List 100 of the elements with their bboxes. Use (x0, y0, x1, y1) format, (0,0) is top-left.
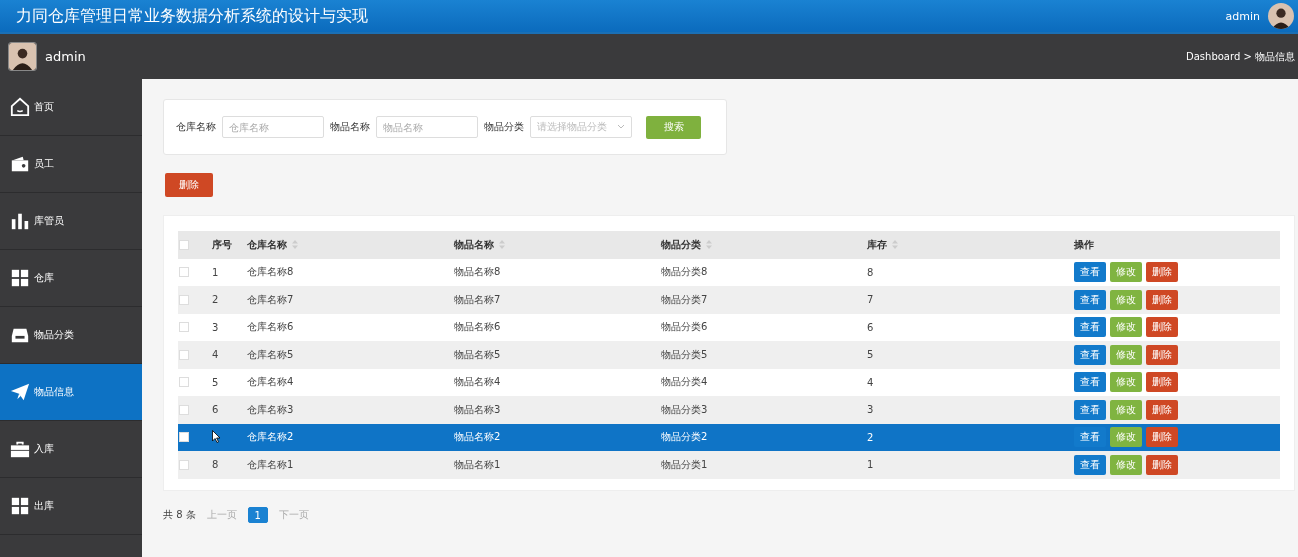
sidebar-item[interactable]: 出库 (0, 478, 142, 535)
column-header: 操作 (1074, 237, 1094, 252)
wallet-icon (10, 154, 30, 174)
sidebar-item[interactable]: 物品信息 (0, 364, 142, 421)
sidebar-item[interactable]: 员工 (0, 136, 142, 193)
table-cell: 物品名称6 (454, 321, 501, 333)
checkbox[interactable] (179, 432, 189, 443)
table-cell: 2 (867, 431, 874, 443)
table-cell: 物品名称8 (454, 266, 501, 278)
view-button[interactable]: 查看 (1074, 344, 1106, 365)
table-row[interactable]: 4 仓库名称5 物品名称5 物品分类5 5 查看 修改 删除 (178, 341, 1280, 369)
view-button[interactable]: 查看 (1074, 427, 1106, 448)
checkbox[interactable] (179, 404, 189, 415)
table-cell: 1 (867, 459, 874, 471)
edit-button[interactable]: 修改 (1110, 399, 1142, 420)
sort-icon[interactable] (706, 240, 712, 250)
table-cell: 物品分类6 (661, 321, 708, 333)
input-field[interactable]: 仓库名称 (222, 116, 324, 138)
table-cell: 8 (867, 266, 874, 278)
avatar-icon (8, 42, 37, 71)
page-button[interactable]: 1 (247, 507, 268, 523)
table-cell: 物品名称3 (454, 403, 501, 415)
table-cell: 仓库名称2 (247, 431, 294, 443)
sort-icon[interactable] (499, 240, 505, 250)
table-row[interactable]: 2 仓库名称7 物品名称7 物品分类7 7 查看 修改 删除 (178, 286, 1280, 314)
table-cell: 仓库名称5 (247, 348, 294, 360)
view-button[interactable]: 查看 (1074, 454, 1106, 475)
column-header[interactable]: 物品分类 (661, 237, 712, 252)
table-cell: 物品分类5 (661, 348, 708, 360)
view-button[interactable]: 查看 (1074, 399, 1106, 420)
checkbox[interactable] (179, 267, 189, 278)
table-cell: 仓库名称3 (247, 403, 294, 415)
table-cell: 3 (212, 321, 219, 333)
table-row[interactable]: 6 仓库名称3 物品名称3 物品分类3 3 查看 修改 删除 (178, 396, 1280, 424)
app-title: 力同仓库管理日常业务数据分析系统的设计与实现 (16, 5, 368, 27)
table-cell: 物品分类3 (661, 403, 708, 415)
delete-button[interactable]: 删除 (1146, 289, 1178, 310)
sort-icon[interactable] (292, 240, 298, 250)
checkbox[interactable] (179, 349, 189, 360)
edit-button[interactable]: 修改 (1110, 317, 1142, 338)
checkbox[interactable] (179, 377, 189, 388)
table-row[interactable]: 仓库名称2 物品名称2 物品分类2 2 查看 修改 删除 (178, 423, 1280, 451)
table-cell: 物品名称5 (454, 348, 501, 360)
sidebar-item[interactable]: 入库 (0, 421, 142, 478)
grid-icon (10, 268, 30, 288)
table-cell: 仓库名称6 (247, 321, 294, 333)
table-cell: 4 (212, 349, 219, 361)
table-cell: 物品名称1 (454, 458, 501, 470)
edit-button[interactable]: 修改 (1110, 289, 1142, 310)
grid-icon (10, 496, 30, 516)
table-cell: 1 (212, 266, 219, 278)
sidebar-item[interactable]: 首页 (0, 79, 142, 136)
view-button[interactable]: 查看 (1074, 262, 1106, 283)
column-header[interactable]: 仓库名称 (247, 237, 298, 252)
field-label: 物品名称 (330, 120, 370, 134)
input-field[interactable]: 物品名称 (376, 116, 478, 138)
sort-icon[interactable] (892, 240, 898, 250)
delete-button[interactable]: 删除 (1146, 454, 1178, 475)
table-cell: 物品分类4 (661, 376, 708, 388)
breadcrumb: Dashboard > 物品信息 (1186, 49, 1295, 64)
delete-button[interactable]: 删除 (1146, 427, 1178, 448)
edit-button[interactable]: 修改 (1110, 262, 1142, 283)
view-button[interactable]: 查看 (1074, 289, 1106, 310)
table-cell: 仓库名称7 (247, 293, 294, 305)
column-header: 序号 (212, 237, 232, 252)
delete-button[interactable]: 删除 (1146, 344, 1178, 365)
table-cell: 仓库名称8 (247, 266, 294, 278)
table-cell: 物品名称4 (454, 376, 501, 388)
username: admin (45, 49, 86, 64)
delete-button[interactable]: 删除 (165, 173, 213, 197)
view-button[interactable]: 查看 (1074, 317, 1106, 338)
total-count: 共 8 条 (163, 508, 196, 522)
edit-button[interactable]: 修改 (1110, 427, 1142, 448)
sidebar-item[interactable]: 库管员 (0, 193, 142, 250)
view-button[interactable]: 查看 (1074, 372, 1106, 393)
sidebar-item[interactable]: 仓库 (0, 250, 142, 307)
checkbox[interactable] (179, 294, 189, 305)
column-header[interactable]: 库存 (867, 237, 898, 252)
delete-button[interactable]: 删除 (1146, 317, 1178, 338)
delete-button[interactable]: 删除 (1146, 262, 1178, 283)
table-cell: 仓库名称1 (247, 458, 294, 470)
edit-button[interactable]: 修改 (1110, 344, 1142, 365)
table-cell: 仓库名称4 (247, 376, 294, 388)
table-cell: 5 (867, 349, 874, 361)
table-cell: 物品名称2 (454, 431, 501, 443)
house-icon (10, 97, 30, 117)
checkbox[interactable] (179, 322, 189, 333)
checkbox[interactable] (179, 239, 189, 250)
table-cell: 物品分类7 (661, 293, 708, 305)
edit-button[interactable]: 修改 (1110, 372, 1142, 393)
avatar-icon (1268, 3, 1294, 29)
column-header[interactable]: 物品名称 (454, 237, 505, 252)
field-label: 仓库名称 (176, 120, 216, 134)
delete-button[interactable]: 删除 (1146, 372, 1178, 393)
table-row[interactable]: 8 仓库名称1 物品名称1 物品分类1 1 查看 修改 删除 (178, 451, 1280, 479)
checkbox[interactable] (179, 459, 189, 470)
chevron-down-icon (617, 124, 625, 130)
search-button[interactable]: 搜索 (646, 115, 701, 139)
delete-button[interactable]: 删除 (1146, 399, 1178, 420)
edit-button[interactable]: 修改 (1110, 454, 1142, 475)
